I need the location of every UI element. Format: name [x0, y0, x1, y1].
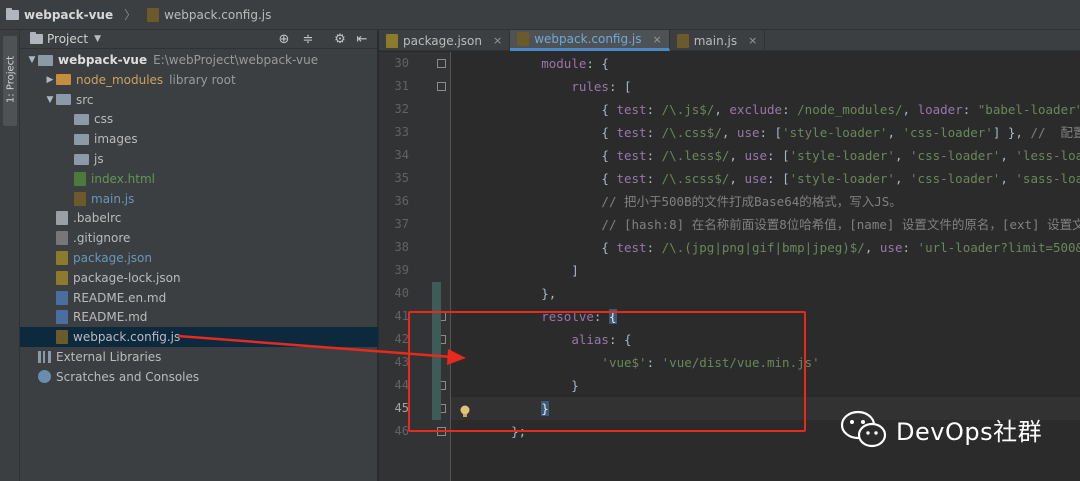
- annotation-arrow: [177, 334, 466, 365]
- wechat-logo-icon: [840, 410, 887, 448]
- watermark-text: DevOps社群: [896, 417, 1043, 446]
- lightbulb-icon[interactable]: [459, 405, 471, 419]
- watermark: DevOps社群: [840, 410, 1042, 448]
